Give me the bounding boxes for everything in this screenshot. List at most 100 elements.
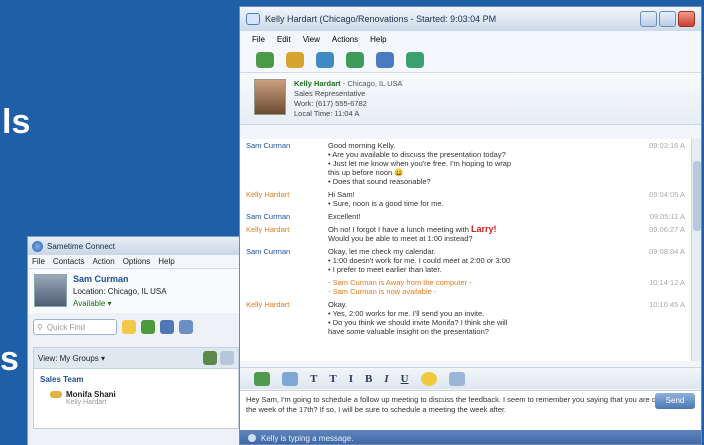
connect-title-bar: Sametime Connect (28, 237, 244, 255)
minimize-button[interactable] (640, 11, 657, 27)
status-dropdown[interactable]: Available ▾ (73, 299, 167, 308)
message-timestamp: 09:08:04 A (649, 247, 685, 256)
message-line-text: Would you be able to meet at 1:00 instea… (328, 234, 473, 243)
close-button[interactable] (678, 11, 695, 27)
message-line-text: • 1:00 doesn't work for me. I could meet… (328, 256, 511, 265)
sort-icon[interactable] (220, 351, 234, 365)
user-location: Location: Chicago, IL USA (73, 287, 167, 296)
message-line: • Are you available to discuss the prese… (328, 150, 637, 159)
message-line: this up before noon 😀 (328, 168, 637, 177)
italic-button[interactable]: I (384, 373, 388, 385)
message-line-text: • Are you available to discuss the prese… (328, 150, 506, 159)
invite-others-icon[interactable] (256, 51, 274, 68)
chat-title-bar: Kelly Hardart (Chicago/Renovations - Sta… (240, 7, 701, 31)
message-line: • Yes, 2:00 works for me. I'll send you … (328, 309, 637, 318)
video-icon[interactable] (179, 320, 193, 334)
add-contact-icon[interactable] (286, 51, 304, 68)
connect-menu-action[interactable]: Action (92, 257, 114, 266)
contact-location: - Chicago, IL USA (340, 79, 403, 88)
message-line-text: Good morning Kelly. (328, 141, 396, 150)
connect-menu-help[interactable]: Help (158, 257, 174, 266)
view-label: View: My Groups ▾ (38, 353, 105, 363)
spell-check-icon[interactable] (448, 371, 465, 386)
meeting-icon[interactable] (346, 51, 364, 68)
background-text: s (0, 340, 19, 378)
menu-actions[interactable]: Actions (332, 35, 358, 44)
message-body: Okay. • Yes, 2:00 works for me. I'll send… (328, 300, 637, 336)
message-line: Oh no! I forgot I have a lunch meeting w… (328, 225, 637, 235)
message-line: • Does that sound reasonable? (328, 177, 637, 186)
contact-name: Monifa Shani (66, 390, 116, 399)
message-line-text: Okay. (328, 300, 348, 309)
sametime-logo-icon (32, 240, 43, 252)
message-line-text: Hi Sam! (328, 190, 355, 199)
message-line: - Sam Curman is Away from the computer - (328, 278, 637, 287)
message-speaker: Kelly Hardart (246, 190, 290, 199)
connect-menu-contacts[interactable]: Contacts (53, 257, 85, 266)
underline-button[interactable]: U (401, 373, 409, 385)
connect-menu-bar: File Contacts Action Options Help (28, 255, 244, 269)
menu-help[interactable]: Help (370, 35, 386, 44)
connect-menu-file[interactable]: File (32, 257, 45, 266)
format-toolbar: T T I B I U (240, 367, 701, 389)
message-line-text: this up before noon 😀 (328, 168, 404, 177)
emoticon-icon[interactable] (420, 371, 437, 386)
message-row: Sam Curman Excellent! 09:05:11 A (240, 210, 691, 223)
message-line-text: • Yes, 2:00 works for me. I'll send you … (328, 309, 485, 318)
message-timestamp: 09:05:11 A (649, 212, 685, 221)
bold-button[interactable]: B (365, 373, 372, 385)
video-icon[interactable] (406, 51, 424, 68)
message-speaker: Sam Curman (246, 247, 291, 256)
message-timestamp: 10:16:45 A (649, 300, 685, 309)
chat-toolbar (240, 47, 701, 73)
transcript-scrollbar[interactable] (691, 139, 701, 361)
contact-header: Kelly Hardart - Chicago, IL USA Sales Re… (240, 73, 701, 125)
message-line: - Sam Curman is now available - (328, 287, 637, 296)
message-line: Hi Sam! (328, 190, 637, 199)
text-style-button[interactable]: I (349, 373, 353, 385)
message-line-text: • Do you think we should invite Monifa? … (328, 318, 508, 327)
message-timestamp: 09:04:05 A (649, 190, 685, 199)
group-icon[interactable] (203, 351, 217, 365)
message-body: Hi Sam! • Sure, noon is a good time for m… (328, 190, 637, 208)
menu-edit[interactable]: Edit (277, 35, 291, 44)
call-icon[interactable] (376, 51, 394, 68)
quick-find-input[interactable]: ⚲ Quick Find (33, 319, 117, 335)
message-line: Okay, let me check my calendar. (328, 247, 637, 256)
typing-icon (248, 434, 256, 442)
connect-menu-options[interactable]: Options (123, 257, 151, 266)
add-contact-icon[interactable] (141, 320, 155, 334)
menu-view[interactable]: View (303, 35, 320, 44)
menu-file[interactable]: File (252, 35, 265, 44)
view-selector[interactable]: View: My Groups ▾ (33, 347, 239, 369)
message-line: have some valuable insight on the presen… (328, 327, 637, 336)
font-color-icon[interactable] (254, 371, 270, 386)
message-line: Good morning Kelly. (328, 141, 637, 150)
user-name: Sam Curman (73, 274, 129, 284)
list-item[interactable]: Monifa Shani (50, 390, 232, 399)
background-text: ls (2, 103, 31, 141)
quick-find-row: ⚲ Quick Find (28, 313, 244, 341)
contact-name: Kelly Hardart - Chicago, IL USA (294, 79, 403, 89)
message-body: - Sam Curman is Away from the computer -… (328, 278, 637, 296)
font-size-down-button[interactable]: T (310, 373, 317, 385)
group-header[interactable]: Sales Team (40, 375, 232, 384)
contact-name-text: Kelly Hardart (294, 79, 341, 88)
message-input[interactable]: Hey Sam, I'm going to schedule a follow … (240, 390, 701, 430)
highlight-icon[interactable] (282, 371, 298, 386)
message-timestamp: 09:06:27 A (649, 225, 685, 234)
message-speaker: Kelly Hardart (246, 225, 290, 234)
font-size-up-button[interactable]: T (329, 373, 336, 385)
message-line-text: • I prefer to meet earlier than later. (328, 265, 442, 274)
send-button[interactable]: Send (655, 393, 695, 409)
maximize-button[interactable] (659, 11, 676, 27)
avatar (34, 274, 67, 307)
scrollbar-thumb[interactable] (693, 161, 701, 231)
message-speaker (246, 278, 328, 296)
audio-icon[interactable] (160, 320, 174, 334)
avatar (254, 79, 286, 115)
message-line-text: • Does that sound reasonable? (328, 177, 431, 186)
emoticon-icon[interactable] (122, 320, 136, 334)
message-row: - Sam Curman is Away from the computer -… (240, 276, 691, 298)
send-file-icon[interactable] (316, 51, 334, 68)
